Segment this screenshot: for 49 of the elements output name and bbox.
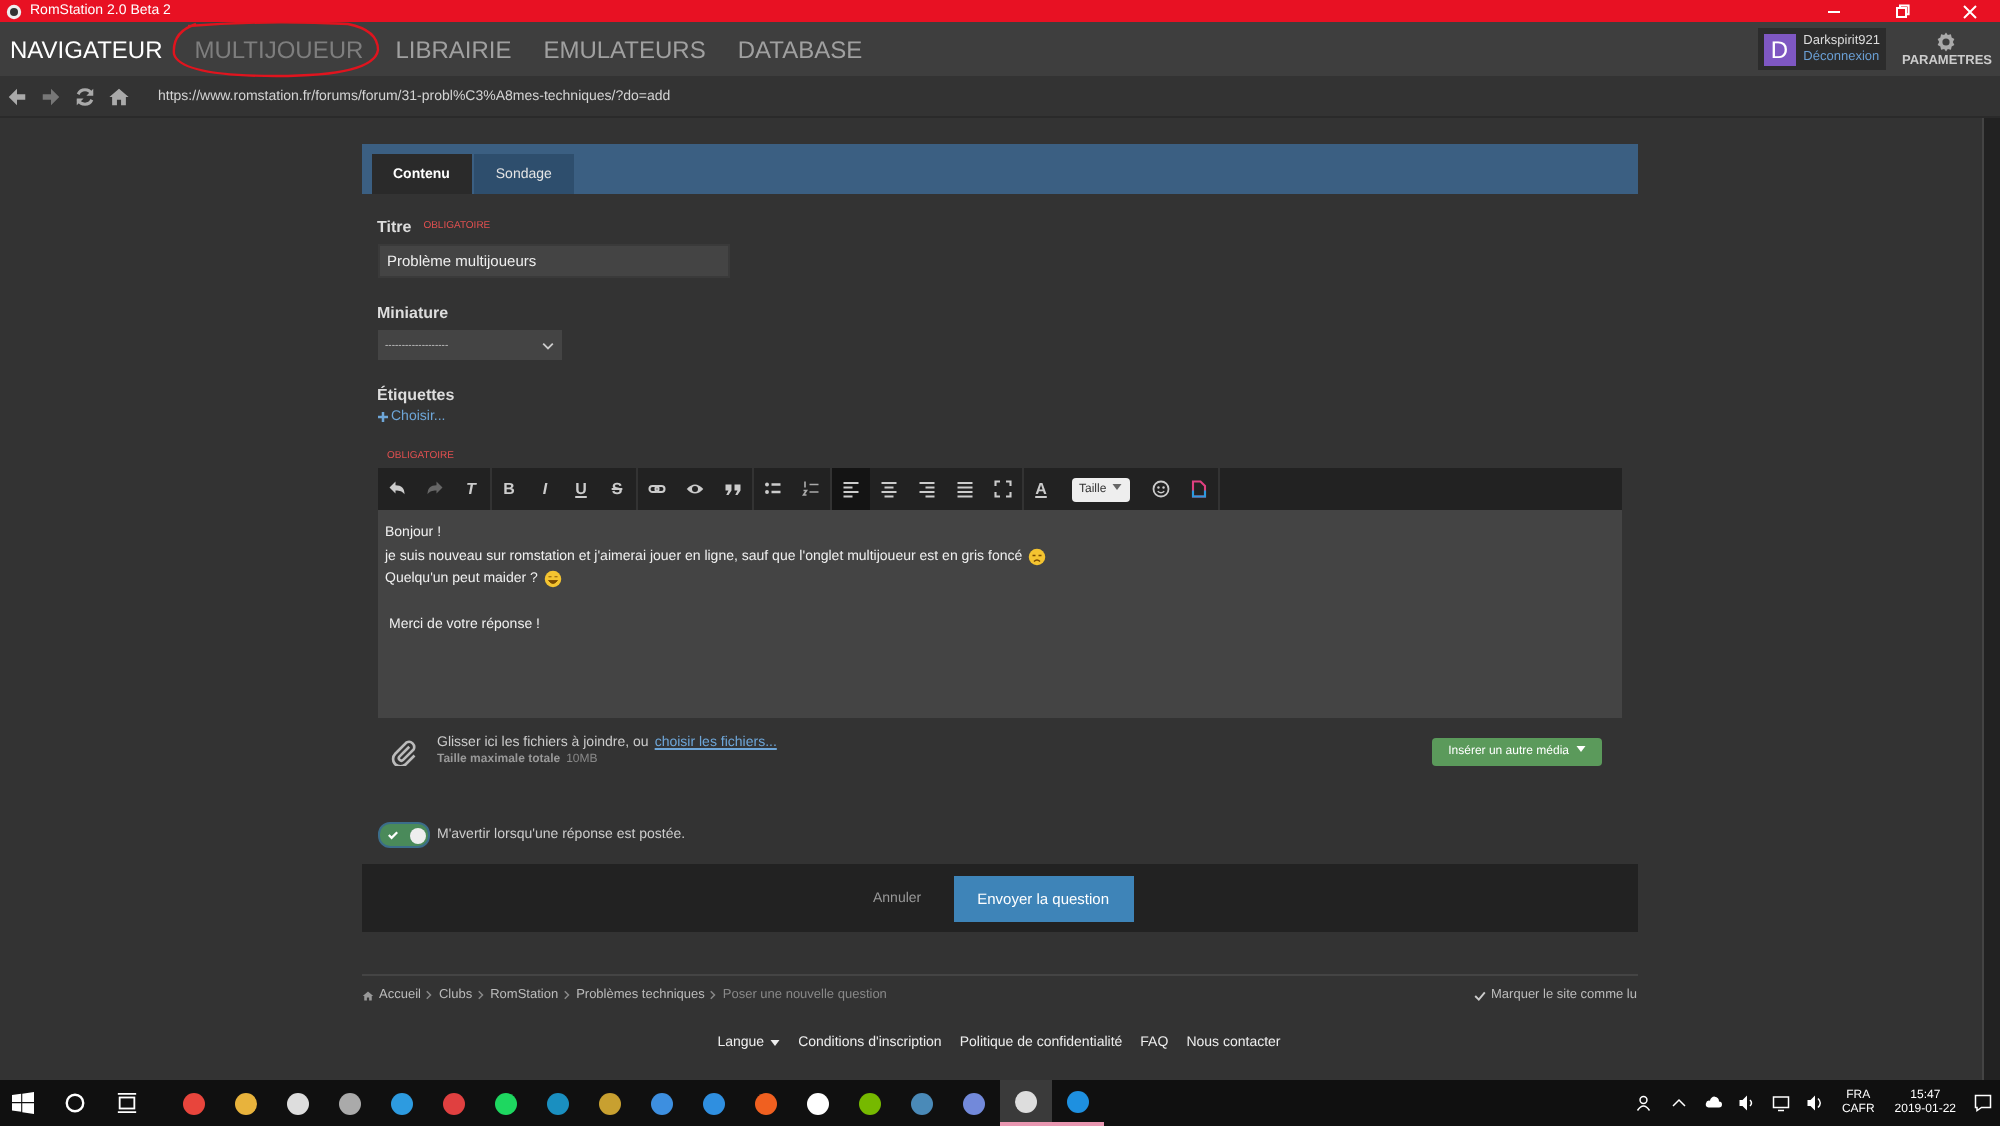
nav-tab[interactable]: NAVIGATEUR [10,35,163,63]
plus-icon [377,412,387,422]
chevron-right-icon [710,990,717,1000]
chevron-right-icon [564,990,571,1000]
chevron-icon [541,341,553,349]
caret-icon [1575,746,1585,753]
caret-icon [770,1039,781,1046]
sad-emoji-icon [1028,547,1047,566]
format-button[interactable]: I [527,480,563,498]
people-icon[interactable] [1635,1094,1654,1112]
taskbar-app[interactable] [1000,1080,1052,1126]
nav-tab[interactable]: DATABASE [737,35,863,63]
paperclip-icon [389,737,417,765]
cloud-icon[interactable] [1703,1094,1722,1112]
volume-icon[interactable] [1737,1094,1756,1112]
format-button[interactable]: S [599,480,635,498]
format-button[interactable]: B [491,480,527,498]
start-icon[interactable] [12,1092,34,1114]
clear-format-button[interactable]: T [453,480,489,498]
back-icon[interactable] [6,85,28,107]
forward-icon[interactable] [40,85,62,107]
search-icon[interactable] [64,1092,86,1114]
home-icon[interactable] [108,85,130,107]
chevron-right-icon [426,990,433,1000]
check-icon [385,828,399,842]
field-label: Titre [377,217,412,235]
grin-emoji-icon [543,570,562,589]
field-label: Miniature [377,303,449,321]
format-button[interactable]: U [563,480,599,498]
task-view-icon[interactable] [116,1092,138,1114]
nav-tab[interactable]: EMULATEURS [543,35,706,63]
align-button[interactable] [831,468,869,510]
check-icon [1473,989,1486,1001]
restore-icon[interactable] [1892,1,1912,21]
refresh-icon[interactable] [74,85,96,107]
notification-icon[interactable] [1974,1094,1992,1112]
caret-icon [1112,484,1123,491]
home-icon [361,989,373,1001]
chevron-up-icon[interactable] [1669,1094,1688,1112]
settings-icon[interactable] [1934,30,1959,54]
close-icon[interactable] [1960,1,1980,21]
nav-tab[interactable]: LIBRAIRIE [395,35,512,63]
field-label: Étiquettes [377,385,455,403]
text-color-button[interactable]: A [1023,480,1059,498]
chevron-right-icon [478,990,485,1000]
scrollbar[interactable] [1982,118,2000,1080]
speaker-icon[interactable] [1805,1094,1824,1112]
notify-toggle[interactable] [377,822,429,848]
avatar: D [1763,33,1796,65]
